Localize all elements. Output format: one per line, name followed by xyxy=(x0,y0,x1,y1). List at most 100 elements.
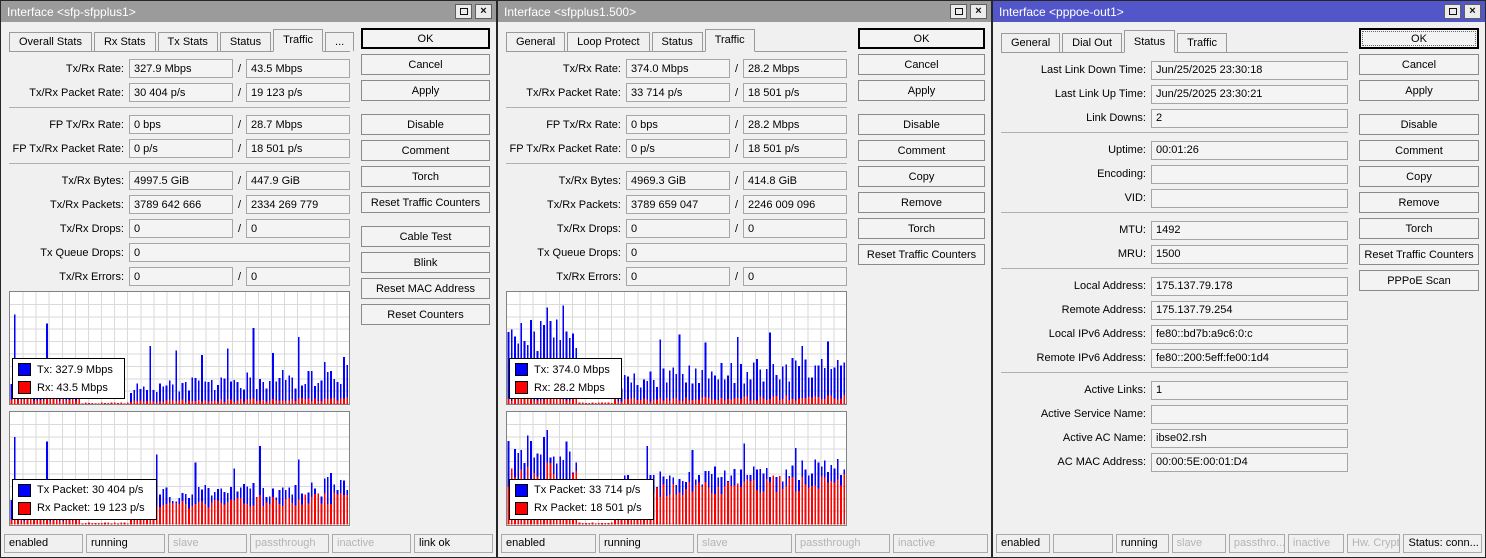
ok-button[interactable]: OK xyxy=(1359,28,1479,49)
field-value-tx-rx-rate[interactable]: 43.5 Mbps xyxy=(246,59,350,79)
torch-button[interactable]: Torch xyxy=(361,166,490,187)
titlebar[interactable]: Interface <sfp-sfpplus1> × xyxy=(1,1,496,22)
field-value-tx-rx-packets[interactable]: 3789 642 666 xyxy=(129,195,233,215)
field-value-last-link-down-time[interactable]: Jun/25/2025 23:30:18 xyxy=(1151,60,1348,80)
ok-button[interactable]: OK xyxy=(361,28,490,49)
tab-traffic[interactable]: Traffic xyxy=(704,28,755,52)
apply-button[interactable]: Apply xyxy=(858,80,985,101)
copy-button[interactable]: Copy xyxy=(858,166,985,187)
field-value-active-service-name[interactable] xyxy=(1151,404,1348,424)
copy-button[interactable]: Copy xyxy=(1359,166,1479,187)
field-value-last-link-up-time[interactable]: Jun/25/2025 23:30:21 xyxy=(1151,84,1348,104)
field-value-tx-rx-packets[interactable]: 3789 659 047 xyxy=(626,195,730,215)
tab-tx-stats[interactable]: Tx Stats xyxy=(157,31,218,51)
comment-button[interactable]: Comment xyxy=(858,140,985,161)
cancel-button[interactable]: Cancel xyxy=(1359,54,1479,75)
tab-general[interactable]: General xyxy=(506,31,566,51)
field-value-tx-queue-drops[interactable]: 0 xyxy=(129,243,350,263)
field-value-tx-rx-errors[interactable]: 0 xyxy=(246,267,350,287)
field-value-local-address[interactable]: 175.137.79.178 xyxy=(1151,276,1348,296)
field-value-local-ipv6-address[interactable]: fe80::bd7b:a9c6:0:c xyxy=(1151,324,1348,344)
torch-button[interactable]: Torch xyxy=(858,218,985,239)
tab-empty[interactable]: ... xyxy=(325,31,355,51)
tab-status[interactable]: Status xyxy=(1123,30,1176,53)
cable-test-button[interactable]: Cable Test xyxy=(361,226,490,247)
maximize-button[interactable] xyxy=(950,4,967,19)
field-value-tx-rx-errors[interactable]: 0 xyxy=(743,267,847,287)
remove-button[interactable]: Remove xyxy=(858,192,985,213)
tab-traffic[interactable]: Traffic xyxy=(1177,33,1228,52)
field-value-tx-rx-bytes[interactable]: 414.8 GiB xyxy=(743,171,847,191)
tab-rx-stats[interactable]: Rx Stats xyxy=(93,31,156,51)
titlebar[interactable]: Interface <pppoe-out1> × xyxy=(993,1,1485,22)
disable-button[interactable]: Disable xyxy=(858,114,985,135)
field-value-tx-rx-drops[interactable]: 0 xyxy=(743,219,847,239)
tab-general[interactable]: General xyxy=(1001,33,1061,52)
field-value-tx-rx-drops[interactable]: 0 xyxy=(246,219,350,239)
field-value-tx-rx-bytes[interactable]: 4997.5 GiB xyxy=(129,171,233,191)
reset-traffic-counters-button[interactable]: Reset Traffic Counters xyxy=(858,244,985,265)
tab-status[interactable]: Status xyxy=(651,31,703,51)
apply-button[interactable]: Apply xyxy=(1359,80,1479,101)
reset-mac-address-button[interactable]: Reset MAC Address xyxy=(361,278,490,299)
field-value-encoding[interactable] xyxy=(1151,164,1348,184)
field-value-tx-rx-rate[interactable]: 374.0 Mbps xyxy=(626,59,730,79)
field-value-tx-rx-rate[interactable]: 327.9 Mbps xyxy=(129,59,233,79)
reset-traffic-counters-button[interactable]: Reset Traffic Counters xyxy=(1359,244,1479,265)
tab-overall-stats[interactable]: Overall Stats xyxy=(9,31,92,51)
field-value-fp-tx-rx-packet-rate[interactable]: 18 501 p/s xyxy=(743,139,847,159)
field-value-fp-tx-rx-rate[interactable]: 28.2 Mbps xyxy=(743,115,847,135)
blink-button[interactable]: Blink xyxy=(361,252,490,273)
tab-loop-protect[interactable]: Loop Protect xyxy=(567,31,650,51)
field-value-tx-queue-drops[interactable]: 0 xyxy=(626,243,847,263)
close-button[interactable]: × xyxy=(970,4,987,19)
field-value-remote-address[interactable]: 175.137.79.254 xyxy=(1151,300,1348,320)
field-value-tx-rx-errors[interactable]: 0 xyxy=(129,267,233,287)
torch-button[interactable]: Torch xyxy=(1359,218,1479,239)
maximize-button[interactable] xyxy=(455,4,472,19)
apply-button[interactable]: Apply xyxy=(361,80,490,101)
field-value-fp-tx-rx-rate[interactable]: 0 bps xyxy=(626,115,730,135)
close-button[interactable]: × xyxy=(1464,4,1481,19)
field-value-fp-tx-rx-packet-rate[interactable]: 18 501 p/s xyxy=(246,139,350,159)
cancel-button[interactable]: Cancel xyxy=(361,54,490,75)
field-value-fp-tx-rx-rate[interactable]: 0 bps xyxy=(129,115,233,135)
titlebar[interactable]: Interface <sfpplus1.500> × xyxy=(498,1,991,22)
field-value-uptime[interactable]: 00:01:26 xyxy=(1151,140,1348,160)
field-value-tx-rx-bytes[interactable]: 447.9 GiB xyxy=(246,171,350,191)
field-value-vid[interactable] xyxy=(1151,188,1348,208)
field-value-remote-ipv6-address[interactable]: fe80::200:5eff:fe00:1d4 xyxy=(1151,348,1348,368)
disable-button[interactable]: Disable xyxy=(361,114,490,135)
tab-dial-out[interactable]: Dial Out xyxy=(1062,33,1122,52)
tab-status[interactable]: Status xyxy=(219,31,272,51)
pppoe-scan-button[interactable]: PPPoE Scan xyxy=(1359,270,1479,291)
field-value-tx-rx-drops[interactable]: 0 xyxy=(129,219,233,239)
field-value-tx-rx-drops[interactable]: 0 xyxy=(626,219,730,239)
field-value-active-links[interactable]: 1 xyxy=(1151,380,1348,400)
tab-traffic[interactable]: Traffic xyxy=(273,28,324,52)
field-value-mtu[interactable]: 1492 xyxy=(1151,220,1348,240)
ok-button[interactable]: OK xyxy=(858,28,985,49)
remove-button[interactable]: Remove xyxy=(1359,192,1479,213)
field-value-active-ac-name[interactable]: ibse02.rsh xyxy=(1151,428,1348,448)
field-value-fp-tx-rx-packet-rate[interactable]: 0 p/s xyxy=(626,139,730,159)
close-button[interactable]: × xyxy=(475,4,492,19)
field-value-tx-rx-rate[interactable]: 28.2 Mbps xyxy=(743,59,847,79)
comment-button[interactable]: Comment xyxy=(361,140,490,161)
cancel-button[interactable]: Cancel xyxy=(858,54,985,75)
field-value-ac-mac-address[interactable]: 00:00:5E:00:01:D4 xyxy=(1151,452,1348,472)
comment-button[interactable]: Comment xyxy=(1359,140,1479,161)
field-value-tx-rx-packet-rate[interactable]: 30 404 p/s xyxy=(129,83,233,103)
disable-button[interactable]: Disable xyxy=(1359,114,1479,135)
field-value-tx-rx-packets[interactable]: 2334 269 779 xyxy=(246,195,350,215)
maximize-button[interactable] xyxy=(1444,4,1461,19)
field-value-tx-rx-errors[interactable]: 0 xyxy=(626,267,730,287)
field-value-tx-rx-packet-rate[interactable]: 33 714 p/s xyxy=(626,83,730,103)
field-value-tx-rx-bytes[interactable]: 4969.3 GiB xyxy=(626,171,730,191)
field-value-mru[interactable]: 1500 xyxy=(1151,244,1348,264)
field-value-tx-rx-packet-rate[interactable]: 18 501 p/s xyxy=(743,83,847,103)
field-value-fp-tx-rx-packet-rate[interactable]: 0 p/s xyxy=(129,139,233,159)
field-value-fp-tx-rx-rate[interactable]: 28.7 Mbps xyxy=(246,115,350,135)
reset-counters-button[interactable]: Reset Counters xyxy=(361,304,490,325)
reset-traffic-counters-button[interactable]: Reset Traffic Counters xyxy=(361,192,490,213)
